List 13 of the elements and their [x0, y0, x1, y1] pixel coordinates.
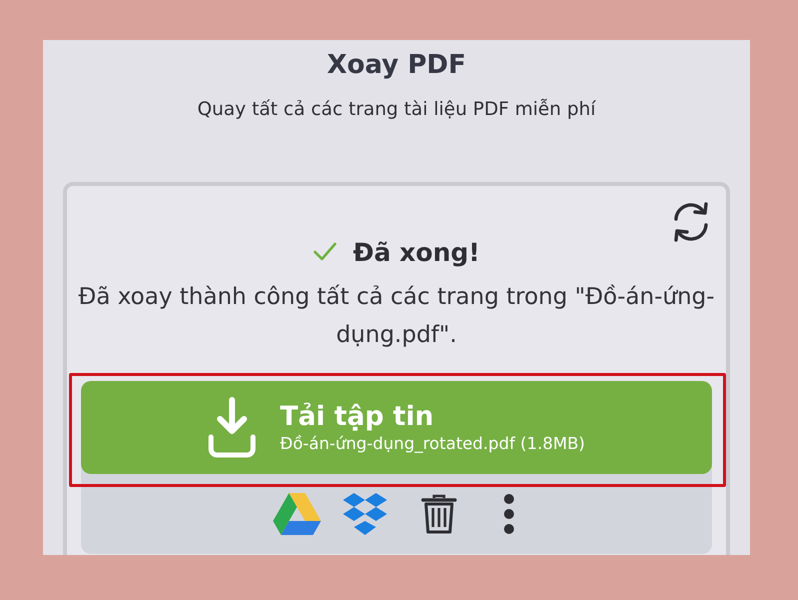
page-subtitle: Quay tất cả các trang tài liệu PDF miễn phí: [197, 98, 596, 122]
diamonds-logo-icon[interactable]: [342, 493, 386, 535]
result-message: Đã xoay thành công tất cả các trang trong "Đồ-án-ứng-dụng.pdf".: [77, 283, 716, 350]
file-name: Đồ-án-ứng-dụng_rotated.pdf (1.8MB): [280, 432, 585, 454]
more-options-icon[interactable]: [502, 494, 514, 534]
download-button[interactable]: Tải tập tin Đồ-án-ứng-dụng_rotated.pdf (1.8MB): [81, 381, 712, 474]
triangle-logo-icon[interactable]: [272, 493, 320, 535]
download-label: Tải tập tin: [280, 400, 434, 432]
page-title: Xoay PDF: [326, 49, 466, 82]
download-icon: [208, 396, 256, 458]
status-heading: Đã xong!: [353, 238, 480, 266]
trash-icon[interactable]: [420, 494, 456, 534]
check-icon: [313, 242, 338, 262]
